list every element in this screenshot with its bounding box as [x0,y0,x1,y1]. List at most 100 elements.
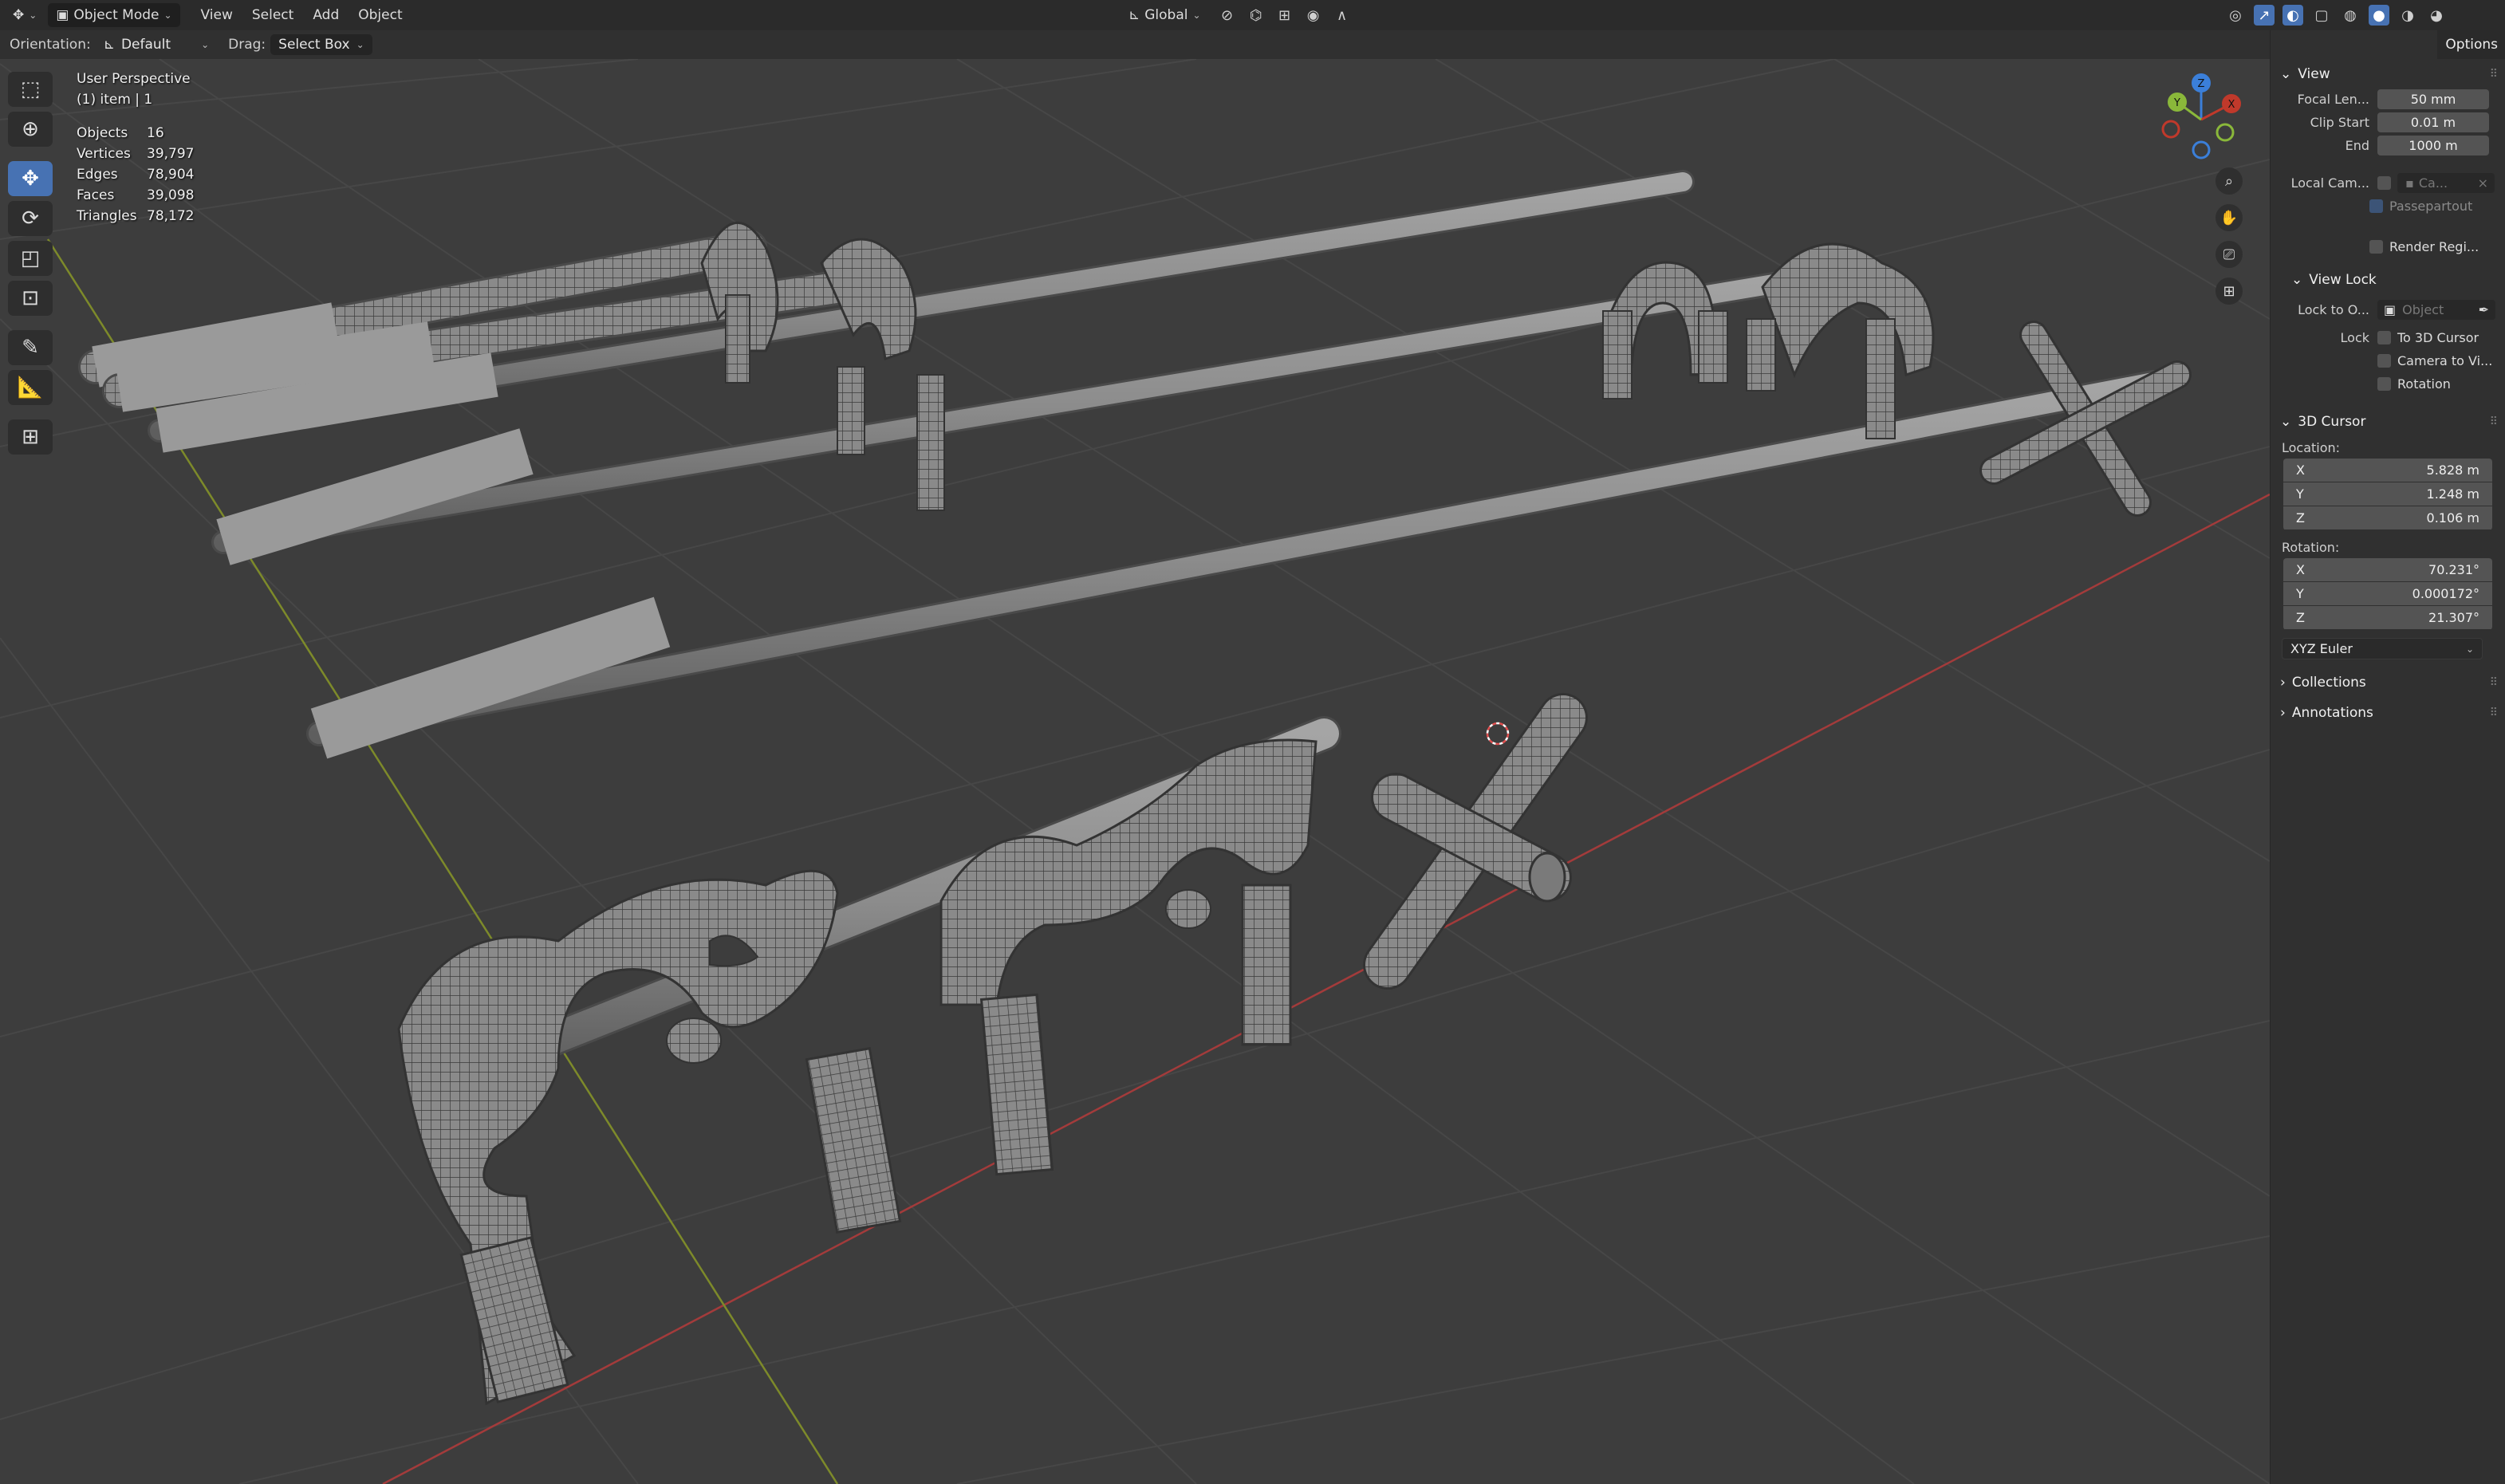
cursor-tool-icon[interactable]: ⊕ [8,112,53,147]
collections-section-header[interactable]: › Collections ⠿ [2271,669,2505,696]
3d-viewport[interactable]: User Perspective (1) item | 1 Objects 16… [0,59,2270,1484]
eyedropper-icon[interactable]: ✒ [2479,302,2489,317]
focal-length-field[interactable]: 50 mm [2377,89,2489,109]
orientation-dropdown[interactable]: ⊾ Default ⌄ [96,34,217,55]
viewport-scene[interactable] [0,59,2270,1484]
bridge-head-near-1 [397,869,902,1406]
chevron-right-icon: › [2280,705,2286,721]
drag-dropdown[interactable]: Select Box ⌄ [270,34,372,55]
view-section-header[interactable]: ⌄ View ⠿ [2271,61,2505,88]
annotate-tool-icon[interactable]: ✎ [8,330,53,365]
3d-cursor[interactable] [1486,722,1510,746]
zoom-icon[interactable]: ⌕ [2216,167,2243,195]
camera-to-view-checkbox[interactable] [2377,354,2391,368]
add-cube-tool-icon[interactable]: ⊞ [8,419,53,455]
render-region-checkbox[interactable] [2369,240,2383,254]
orientation-label: Orientation: [10,37,91,53]
options-button[interactable]: Options [2437,30,2505,59]
perspective-toggle-icon[interactable]: ⊞ [2216,278,2243,305]
viewport-shading-controls: ◎ ↗ ◐ ▢ ◍ ● ◑ ◕ [2225,5,2447,26]
chevron-down-icon: ⌄ [1192,10,1201,21]
axis-label: Z [2296,610,2305,625]
rotation-lock-row[interactable]: Rotation [2271,372,2505,396]
snap-target-icon[interactable]: ⊞ [1274,5,1295,26]
stat-value: 39,098 [147,187,195,203]
rendered-shading-icon[interactable]: ◕ [2426,5,2447,26]
snap-icon[interactable]: ⌬ [1246,5,1266,26]
chevron-down-icon: ⌄ [2280,66,2292,82]
3d-cursor-section-header[interactable]: ⌄ 3D Cursor ⠿ [2271,408,2505,435]
clip-start-label: Clip Start [2310,115,2369,130]
measure-tool-icon[interactable]: 📐 [8,370,53,405]
transform-orientation-dropdown[interactable]: ⊾ Global ⌄ [1121,3,1209,27]
view-perspective-label: User Perspective [77,71,191,87]
passepartout-row[interactable]: Passepartout [2271,195,2505,218]
move-tool-icon[interactable]: ✥ [8,161,53,196]
visibility-icon[interactable]: ◎ [2225,5,2246,26]
close-icon[interactable]: × [2478,175,2488,191]
mode-dropdown[interactable]: ▣ Object Mode ⌄ [48,3,180,27]
stat-label: Objects [77,125,128,141]
menu-select[interactable]: Select [242,7,303,23]
xray-icon[interactable]: ▢ [2311,5,2332,26]
clip-start-field[interactable]: 0.01 m [2377,112,2489,132]
falloff-icon[interactable]: ∧ [1332,5,1353,26]
orientation-icon: ⊾ [1128,7,1140,23]
menu-view[interactable]: View [191,7,242,23]
stat-value: 78,904 [147,167,195,183]
pan-hand-icon[interactable]: ✋ [2216,204,2243,231]
editor-type-button[interactable]: ✥ ⌄ [5,3,45,27]
transform-tool-icon[interactable]: ⊡ [8,281,53,316]
material-shading-icon[interactable]: ◑ [2397,5,2418,26]
rotation-lock-checkbox[interactable] [2377,377,2391,391]
drag-grip-icon[interactable]: ⠿ [2490,415,2498,428]
gizmo-neg-x[interactable] [2161,120,2180,139]
view-lock-section-header[interactable]: ⌄ View Lock [2271,266,2505,293]
drag-grip-icon[interactable]: ⠿ [2490,676,2498,689]
passepartout-checkbox[interactable] [2369,199,2383,213]
cursor-rotation-y-field[interactable]: Y 0.000172° [2283,582,2492,605]
lock-label: Lock [2340,330,2369,345]
cursor-rotation-x-field[interactable]: X 70.231° [2283,558,2492,581]
rotate-tool-icon[interactable]: ⟳ [8,201,53,236]
cursor-rotation-z-field[interactable]: Z 21.307° [2283,606,2492,629]
menu-object[interactable]: Object [349,7,412,23]
rotation-mode-value: XYZ Euler [2290,641,2353,656]
render-region-row[interactable]: Render Regi... [2271,235,2505,258]
cursor-location-z-field[interactable]: Z 0.106 m [2283,506,2492,529]
cursor-location-y-field[interactable]: Y 1.248 m [2283,482,2492,506]
rotation-mode-dropdown[interactable]: XYZ Euler ⌄ [2282,638,2483,659]
overlay-toggle-icon[interactable]: ◐ [2282,5,2303,26]
clip-end-field[interactable]: 1000 m [2377,136,2489,155]
stat-value: 78,172 [147,208,195,224]
scale-tool-icon[interactable]: ◰ [8,241,53,276]
solid-shading-icon[interactable]: ● [2369,5,2389,26]
rotation-label: Rotation: [2282,540,2340,555]
drag-grip-icon[interactable]: ⠿ [2490,68,2498,81]
local-camera-checkbox[interactable] [2377,176,2391,190]
drag-grip-icon[interactable]: ⠿ [2490,707,2498,719]
navigation-gizmo[interactable]: Z X Y [2153,72,2249,167]
header-menus: View Select Add Object [191,7,412,23]
gizmo-y-label: Y [2173,97,2180,109]
axis-value: 5.828 m [2426,463,2479,478]
local-camera-label: Local Cam... [2290,175,2369,191]
menu-add[interactable]: Add [303,7,349,23]
cursor-location-x-field[interactable]: X 5.828 m [2283,459,2492,482]
camera-to-view-row[interactable]: Camera to Vi... [2271,349,2505,372]
wireframe-shading-icon[interactable]: ◍ [2340,5,2361,26]
lock-to-object-field[interactable]: ▣ Object ✒ [2377,300,2495,320]
gizmo-neg-y[interactable] [2216,123,2235,142]
local-camera-row: Local Cam... ▪ Ca... × [2271,171,2505,195]
lock-object-placeholder: Object [2402,302,2444,317]
local-camera-field[interactable]: ▪ Ca... × [2397,173,2495,193]
camera-view-icon[interactable]: ⎚ [2216,241,2243,268]
pivot-icon[interactable]: ⊘ [1217,5,1238,26]
gizmo-toggle-icon[interactable]: ↗ [2254,5,2275,26]
to-3d-cursor-checkbox[interactable] [2377,331,2391,344]
select-box-tool-icon[interactable]: ⬚ [8,72,53,107]
annotations-section-header[interactable]: › Annotations ⠿ [2271,699,2505,726]
gizmo-neg-z[interactable] [2192,140,2211,159]
proportional-edit-icon[interactable]: ◉ [1303,5,1324,26]
cursor-rotation-vector: X 70.231° Y 0.000172° Z 21.307° [2283,558,2492,630]
